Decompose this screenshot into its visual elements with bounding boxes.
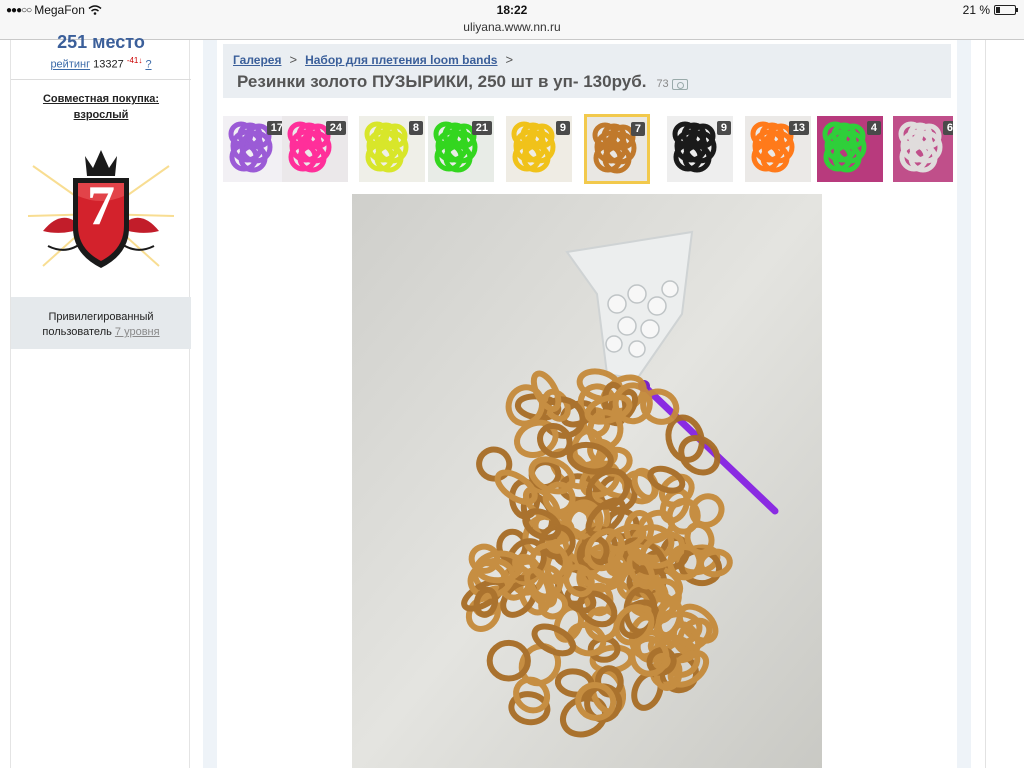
battery-percent: 21 %: [962, 3, 990, 17]
thumbnail[interactable]: 21: [428, 116, 494, 182]
url-text: uliyana.www.nn.ru: [463, 20, 561, 34]
badge-number: 7: [87, 175, 115, 237]
thumbnail-count: 6: [942, 121, 953, 135]
thumbnail[interactable]: 24: [282, 116, 348, 182]
breadcrumb-separator: >: [505, 52, 514, 67]
joint-purchase-line1: Совместная покупка:: [42, 93, 160, 105]
title-row: Резинки золото ПУЗЫРИКИ, 250 шт в уп- 13…: [237, 72, 688, 92]
breadcrumb-separator: >: [289, 52, 298, 67]
thumbnail[interactable]: 9: [506, 116, 572, 182]
status-line2: пользователь: [42, 326, 112, 338]
status-level-link[interactable]: 7 уровня: [115, 326, 160, 338]
status-bar: ●●●○○ MegaFon 18:22 21 %: [0, 0, 1024, 20]
rating-value: 13327: [93, 58, 124, 71]
thumbnail[interactable]: 17: [223, 116, 289, 182]
camera-icon: [671, 78, 688, 90]
thumbnail-count: 7: [630, 122, 645, 136]
joint-purchase-line2: взрослый: [73, 109, 129, 121]
rating-delta: -41: [126, 56, 139, 65]
rating-line: рейтинг 13327 -41↓ ?: [11, 56, 191, 71]
thumbnail-count: 24: [325, 121, 346, 135]
rating-link[interactable]: рейтинг: [50, 59, 90, 71]
thumbnail[interactable]: 9: [667, 116, 733, 182]
thumbnail[interactable]: 4: [817, 116, 883, 182]
user-status: Привилегированный пользователь 7 уровня: [11, 297, 191, 349]
thumbnail-count: 21: [471, 121, 492, 135]
breadcrumb-gallery[interactable]: Галерея: [233, 53, 281, 67]
photo-count: 73: [656, 78, 688, 90]
thumbnail[interactable]: 7: [584, 114, 650, 184]
breadcrumb-album[interactable]: Набор для плетения loom bands: [305, 53, 497, 67]
breadcrumb: Галерея > Набор для плетения loom bands …: [233, 52, 513, 67]
thumbnail[interactable]: 6: [893, 116, 953, 182]
battery-icon: [994, 5, 1018, 15]
thumbnail-count: 9: [555, 121, 570, 135]
status-line1: Привилегированный: [48, 311, 154, 323]
user-sidebar: 251 место рейтинг 13327 -41↓ ? Совместна…: [10, 32, 191, 768]
thumbnail-count: 9: [716, 121, 731, 135]
thumbnail[interactable]: 8: [359, 116, 425, 182]
battery-level: [996, 7, 1000, 13]
page-title: Резинки золото ПУЗЫРИКИ, 250 шт в уп- 13…: [237, 72, 647, 91]
level-badge: 7: [23, 136, 179, 292]
rating-help-link[interactable]: ?: [145, 59, 151, 71]
thumbnail[interactable]: 13: [745, 116, 811, 182]
clock: 18:22: [496, 3, 528, 17]
photo-image: [352, 194, 822, 768]
thumbnail-count: 13: [788, 121, 809, 135]
user-place: 251 место: [57, 32, 145, 52]
joint-purchase-label[interactable]: Совместная покупка: взрослый: [11, 91, 191, 123]
down-arrow-icon: ↓: [138, 56, 143, 65]
divider: [11, 79, 191, 80]
right-divider: [985, 40, 986, 768]
thumbnail-count: 8: [408, 121, 423, 135]
gallery-header: Галерея > Набор для плетения loom bands …: [223, 44, 951, 98]
battery-area: 21 %: [962, 3, 1018, 17]
thumbnail-count: 4: [866, 121, 881, 135]
photo-count-value: 73: [656, 78, 669, 90]
main-photo[interactable]: [352, 194, 822, 768]
thumbnail-strip: 17 24 8 21 9 7 9 13 4 6: [223, 114, 953, 184]
